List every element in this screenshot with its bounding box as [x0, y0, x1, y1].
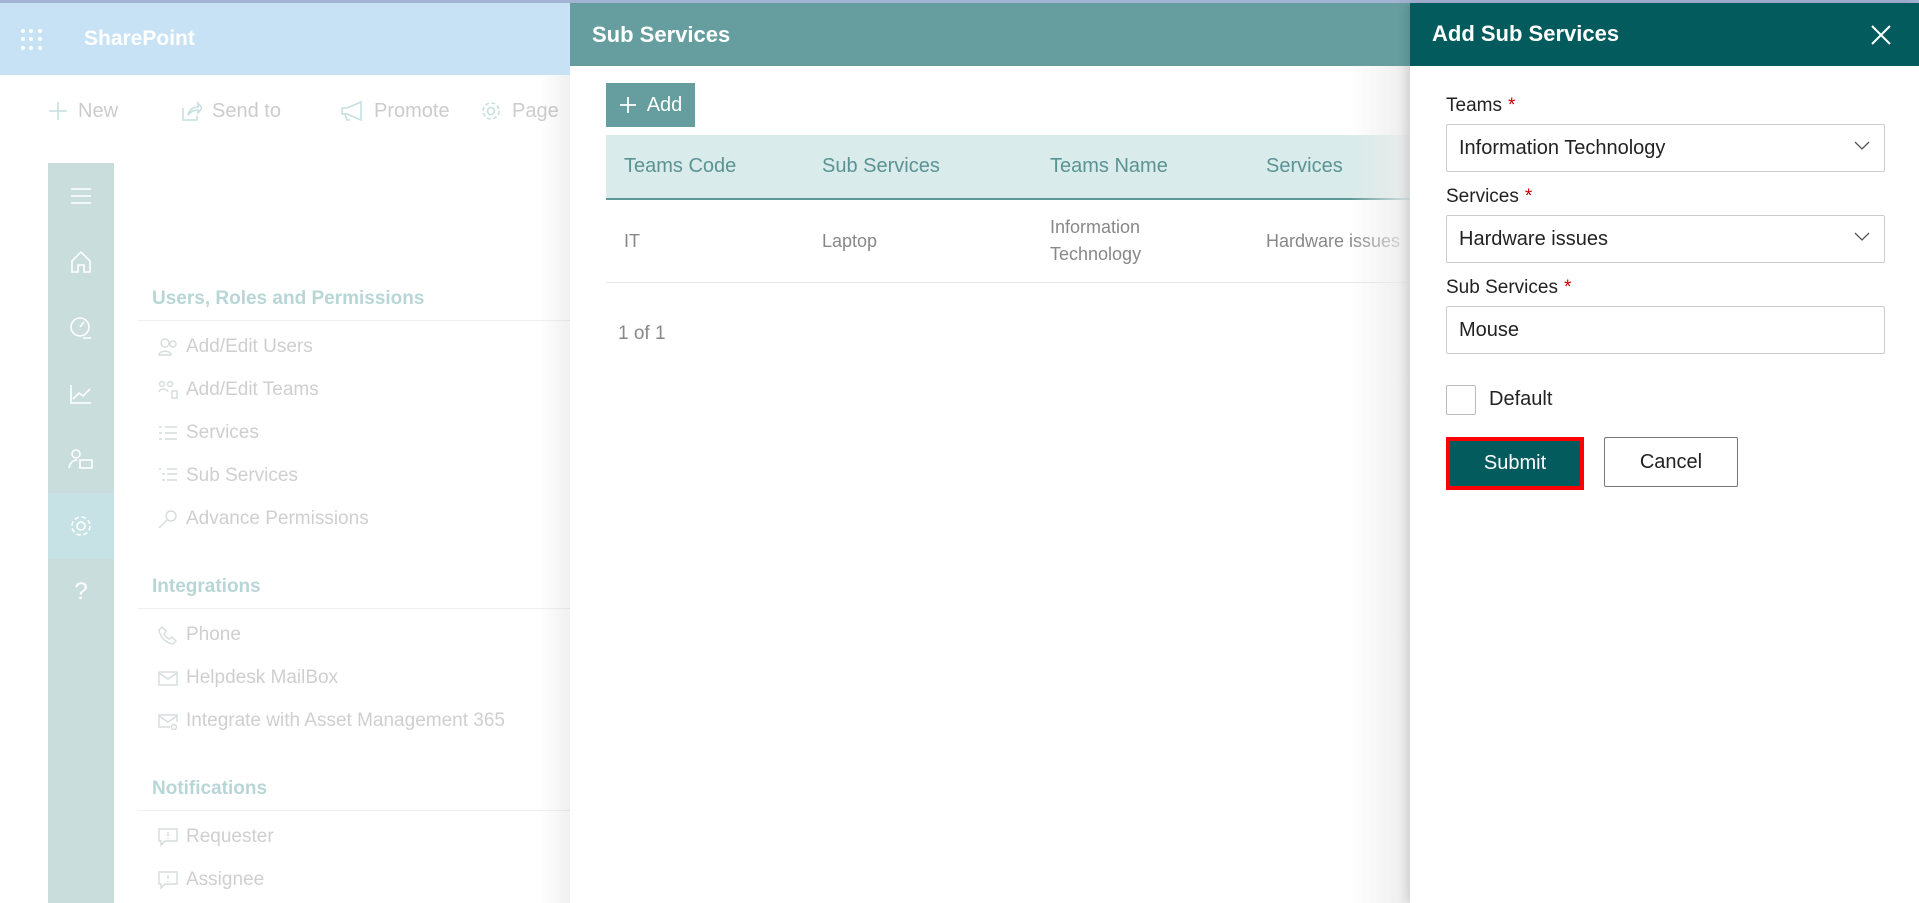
item-label: Assignee — [186, 868, 265, 890]
list-icon — [159, 425, 177, 440]
team-icon — [158, 380, 178, 399]
key-icon — [158, 509, 177, 528]
rail-dashboard[interactable] — [48, 295, 114, 361]
menu-requester[interactable]: Requester — [138, 815, 578, 858]
teams-value: Information Technology — [1459, 137, 1666, 159]
menu-icon — [71, 188, 91, 204]
rail-settings[interactable] — [48, 493, 114, 559]
pagination-status: 1 of 1 — [618, 323, 666, 344]
column-header[interactable]: Teams Name — [1050, 153, 1168, 180]
mail-icon — [158, 670, 178, 686]
menu-sub-services[interactable]: Sub Services — [138, 454, 578, 497]
users-icon — [68, 449, 93, 469]
users-icon — [158, 337, 177, 356]
column-header[interactable]: Teams Code — [624, 155, 736, 178]
comment-alert-icon — [158, 827, 178, 847]
rail-users[interactable] — [48, 427, 114, 493]
table-header: Teams Code Sub Services Teams Name Servi… — [606, 135, 1410, 200]
column-header[interactable]: Services — [1266, 155, 1343, 178]
cancel-button[interactable]: Cancel — [1604, 437, 1738, 487]
app-launcher-icon[interactable] — [21, 29, 43, 51]
send-to-button[interactable]: Send to — [180, 96, 281, 126]
menu-integrate-asset-management[interactable]: Integrate with Asset Management 365 — [138, 699, 578, 742]
item-label: Phone — [186, 623, 241, 645]
new-button[interactable]: New — [48, 96, 118, 126]
mail-settings-icon — [158, 713, 178, 730]
dashboard-icon — [70, 317, 91, 339]
item-label: Integrate with Asset Management 365 — [186, 709, 505, 731]
menu-add-edit-teams[interactable]: Add/Edit Teams — [138, 368, 578, 411]
section-title: Notifications — [138, 760, 578, 811]
rail-home[interactable] — [48, 229, 114, 295]
settings-menu: Users, Roles and Permissions Add/Edit Us… — [138, 270, 578, 901]
teams-label: Teams * — [1446, 95, 1516, 116]
services-value: Hardware issues — [1459, 228, 1608, 250]
table-row[interactable]: IT Laptop Information Technology Hardwar… — [606, 200, 1410, 283]
share-icon — [182, 100, 202, 121]
add-button[interactable]: Add — [606, 83, 695, 127]
add-label: Add — [646, 93, 683, 116]
menu-add-edit-users[interactable]: Add/Edit Users — [138, 325, 578, 368]
megaphone-icon — [341, 100, 362, 122]
panel-title: Add Sub Services — [1432, 21, 1620, 46]
section-title: Integrations — [138, 558, 578, 609]
menu-advance-permissions[interactable]: Advance Permissions — [138, 497, 578, 540]
services-dropdown[interactable]: Hardware issues — [1446, 215, 1885, 263]
chevron-down-icon — [1854, 232, 1870, 241]
sublist-icon — [159, 467, 177, 481]
panel-title: Sub Services — [570, 3, 1410, 66]
cell-teams-name: Information Technology — [1050, 217, 1142, 264]
default-checkbox[interactable] — [1446, 385, 1476, 415]
default-label: Default — [1489, 388, 1553, 410]
panel-shadow — [1350, 66, 1410, 903]
item-label: Services — [186, 421, 259, 443]
chevron-down-icon — [1854, 141, 1870, 150]
phone-icon — [158, 625, 177, 645]
rail-menu[interactable] — [48, 163, 114, 229]
plus-icon — [619, 97, 636, 113]
sub-services-panel: Sub Services Add Teams Code Sub Services… — [570, 3, 1410, 903]
cell-sub-services: Laptop — [822, 230, 878, 251]
add-sub-services-panel: Add Sub Services Teams * Information Tech… — [1410, 3, 1919, 903]
item-label: Add/Edit Teams — [186, 378, 319, 400]
item-label: Helpdesk MailBox — [186, 666, 339, 688]
menu-helpdesk-mailbox[interactable]: Helpdesk MailBox — [138, 656, 578, 699]
sub-services-label: Sub Services * — [1446, 277, 1572, 298]
comment-alert-icon — [158, 870, 178, 890]
item-label: Add/Edit Users — [186, 335, 313, 357]
promote-button[interactable]: Promote — [340, 96, 450, 126]
settings-icon — [71, 516, 91, 536]
item-label: Sub Services — [186, 464, 298, 486]
section-title: Users, Roles and Permissions — [138, 270, 578, 321]
sub-services-input[interactable] — [1446, 306, 1885, 354]
brand-title[interactable]: SharePoint — [84, 27, 195, 51]
close-icon[interactable] — [1869, 23, 1893, 47]
submit-button[interactable]: Submit — [1446, 437, 1584, 490]
rail-reports[interactable] — [48, 361, 114, 427]
home-icon — [71, 250, 91, 273]
cell-teams-code: IT — [624, 230, 640, 251]
chart-icon — [70, 385, 91, 404]
gear-icon — [482, 102, 500, 120]
item-label: Advance Permissions — [186, 507, 369, 529]
rail-help[interactable]: ? — [48, 559, 114, 625]
menu-services[interactable]: Services — [138, 411, 578, 454]
menu-assignee[interactable]: Assignee — [138, 858, 578, 901]
send-to-label: Send to — [212, 99, 281, 122]
column-header[interactable]: Sub Services — [822, 155, 940, 178]
promote-label: Promote — [374, 99, 450, 122]
menu-phone[interactable]: Phone — [138, 613, 578, 656]
panel-shadow — [540, 75, 570, 903]
item-label: Requester — [186, 825, 274, 847]
left-rail: ? — [48, 163, 114, 903]
plus-icon — [49, 102, 67, 120]
teams-dropdown[interactable]: Information Technology — [1446, 124, 1885, 172]
services-label: Services * — [1446, 186, 1533, 207]
help-icon: ? — [74, 578, 88, 605]
new-label: New — [78, 99, 119, 122]
